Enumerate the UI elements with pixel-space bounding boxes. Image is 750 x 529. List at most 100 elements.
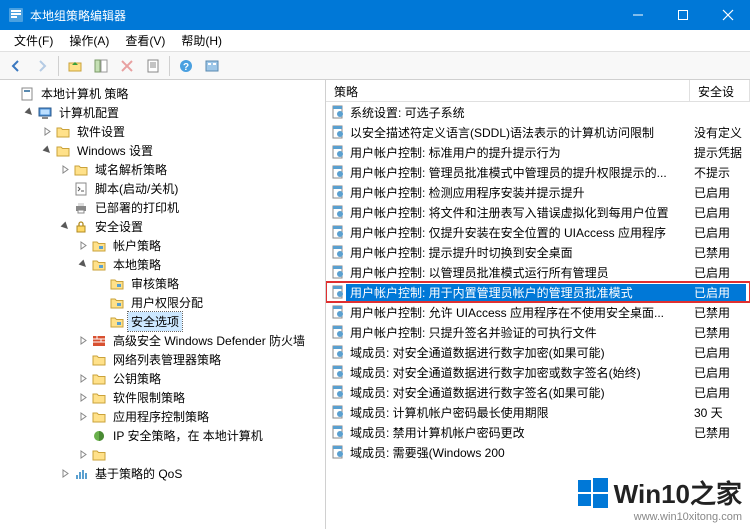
tree-account-policies[interactable]: 帐户策略 (72, 236, 325, 255)
policy-item-icon (330, 245, 346, 259)
column-policy[interactable]: 策略 (326, 80, 690, 101)
policy-item-icon (330, 345, 346, 359)
tree-deployed-printers[interactable]: 已部署的打印机 (54, 198, 325, 217)
policy-item-icon (330, 205, 346, 219)
policy-value: 已启用 (694, 364, 746, 381)
policy-item-icon (330, 405, 346, 419)
tree-audit-policy[interactable]: 审核策略 (90, 274, 325, 293)
tree-ip-security[interactable]: IP 安全策略，在 本地计算机 (72, 426, 325, 445)
policy-row[interactable]: 以安全描述符定义语言(SDDL)语法表示的计算机访问限制没有定义 (326, 122, 750, 142)
tree-root[interactable]: 本地计算机 策略 (0, 84, 325, 103)
policy-row[interactable]: 用户帐户控制: 提示提升时切换到安全桌面已禁用 (326, 242, 750, 262)
forward-button[interactable] (30, 54, 54, 78)
properties-button[interactable] (141, 54, 165, 78)
toolbar-sep (169, 56, 170, 76)
help-button[interactable]: ? (174, 54, 198, 78)
tree-software-restriction[interactable]: 软件限制策略 (72, 388, 325, 407)
policy-row[interactable]: 用户帐户控制: 管理员批准模式中管理员的提升权限提示的...不提示 (326, 162, 750, 182)
toolbar-sep (58, 56, 59, 76)
policy-item-icon (330, 105, 346, 119)
expand-icon[interactable] (40, 125, 54, 139)
policy-name: 域成员: 需要强(Windows 200 (346, 444, 694, 461)
policy-name: 用户帐户控制: 只提升签名并验证的可执行文件 (346, 324, 694, 341)
policy-row[interactable]: 域成员: 对安全通道数据进行数字加密(如果可能)已启用 (326, 342, 750, 362)
tree-software-settings[interactable]: 软件设置 (36, 122, 325, 141)
tree-computer-config[interactable]: 计算机配置 (18, 103, 325, 122)
policy-value: 提示凭据 (694, 144, 746, 161)
folder-icon (91, 447, 107, 463)
collapse-icon[interactable] (40, 144, 54, 158)
list-header: 策略 安全设 (326, 80, 750, 102)
tree-qos[interactable]: 基于策略的 QoS (54, 464, 325, 483)
security-icon (73, 219, 89, 235)
menu-file[interactable]: 文件(F) (6, 30, 61, 51)
policy-value: 已启用 (694, 224, 746, 241)
collapse-icon[interactable] (58, 220, 72, 234)
policy-row[interactable]: 域成员: 计算机帐户密码最长使用期限30 天 (326, 402, 750, 422)
policy-row[interactable]: 用户帐户控制: 只提升签名并验证的可执行文件已禁用 (326, 322, 750, 342)
folder-icon (73, 162, 89, 178)
computer-icon (37, 105, 53, 121)
close-button[interactable] (705, 0, 750, 30)
policy-row[interactable]: 域成员: 需要强(Windows 200 (326, 442, 750, 462)
policy-row[interactable]: 用户帐户控制: 将文件和注册表写入错误虚拟化到每用户位置已启用 (326, 202, 750, 222)
tree-public-key[interactable]: 公钥策略 (72, 369, 325, 388)
policy-item-icon (330, 165, 346, 179)
minimize-button[interactable] (615, 0, 660, 30)
policy-value: 已启用 (694, 344, 746, 361)
policy-row[interactable]: 用户帐户控制: 以管理员批准模式运行所有管理员已启用 (326, 262, 750, 282)
policy-value: 已启用 (694, 184, 746, 201)
show-hide-tree-button[interactable] (89, 54, 113, 78)
delete-button[interactable] (115, 54, 139, 78)
expand-icon[interactable] (4, 87, 18, 101)
manage-button[interactable] (200, 54, 224, 78)
policy-value: 已禁用 (694, 304, 746, 321)
tree-advanced-audit[interactable] (72, 445, 325, 464)
maximize-button[interactable] (660, 0, 705, 30)
policy-value: 已禁用 (694, 244, 746, 261)
tree-network-list[interactable]: 网络列表管理器策略 (72, 350, 325, 369)
tree-scripts[interactable]: 脚本(启动/关机) (54, 179, 325, 198)
policy-name: 用户帐户控制: 以管理员批准模式运行所有管理员 (346, 264, 694, 281)
policy-row[interactable]: 用户帐户控制: 标准用户的提升提示行为提示凭据 (326, 142, 750, 162)
collapse-icon[interactable] (76, 258, 90, 272)
policy-row[interactable]: 域成员: 对安全通道数据进行数字签名(如果可能)已启用 (326, 382, 750, 402)
tree-app-control[interactable]: 应用程序控制策略 (72, 407, 325, 426)
script-icon (73, 181, 89, 197)
tree-windows-settings[interactable]: Windows 设置 (36, 141, 325, 160)
menu-view[interactable]: 查看(V) (117, 30, 173, 51)
policy-row[interactable]: 系统设置: 可选子系统 (326, 102, 750, 122)
up-button[interactable] (63, 54, 87, 78)
list-body[interactable]: 系统设置: 可选子系统以安全描述符定义语言(SDDL)语法表示的计算机访问限制没… (326, 102, 750, 529)
folder-icon (91, 352, 107, 368)
policy-item-icon (330, 305, 346, 319)
policy-row[interactable]: 用户帐户控制: 检测应用程序安装并提示提升已启用 (326, 182, 750, 202)
column-setting[interactable]: 安全设 (690, 80, 750, 101)
policy-folder-icon (109, 314, 125, 330)
policy-item-icon (330, 125, 346, 139)
tree-local-policies[interactable]: 本地策略 (72, 255, 325, 274)
tree-pane[interactable]: 本地计算机 策略 计算机配置 软件设置 (0, 80, 326, 529)
policy-folder-icon (109, 276, 125, 292)
tree-security-settings[interactable]: 安全设置 (54, 217, 325, 236)
policy-row[interactable]: 域成员: 禁用计算机帐户密码更改已禁用 (326, 422, 750, 442)
tree-dns-policy[interactable]: 域名解析策略 (54, 160, 325, 179)
tree-security-options[interactable]: 安全选项 (90, 312, 325, 331)
policy-name: 域成员: 对安全通道数据进行数字加密或数字签名(始终) (346, 364, 694, 381)
menu-help[interactable]: 帮助(H) (173, 30, 230, 51)
policy-row[interactable]: 用户帐户控制: 仅提升安装在安全位置的 UIAccess 应用程序已启用 (326, 222, 750, 242)
menu-action[interactable]: 操作(A) (61, 30, 117, 51)
policy-folder-icon (109, 295, 125, 311)
policy-row[interactable]: 用户帐户控制: 用于内置管理员帐户的管理员批准模式已启用 (326, 282, 750, 302)
toolbar: ? (0, 52, 750, 80)
policy-row[interactable]: 用户帐户控制: 允许 UIAccess 应用程序在不使用安全桌面...已禁用 (326, 302, 750, 322)
policy-item-icon (330, 145, 346, 159)
app-icon (8, 7, 24, 23)
back-button[interactable] (4, 54, 28, 78)
qos-icon (73, 466, 89, 482)
collapse-icon[interactable] (22, 106, 36, 120)
policy-row[interactable]: 域成员: 对安全通道数据进行数字加密或数字签名(始终)已启用 (326, 362, 750, 382)
tree-defender-firewall[interactable]: 高级安全 Windows Defender 防火墙 (72, 331, 325, 350)
policy-value: 已禁用 (694, 324, 746, 341)
tree-user-rights[interactable]: 用户权限分配 (90, 293, 325, 312)
